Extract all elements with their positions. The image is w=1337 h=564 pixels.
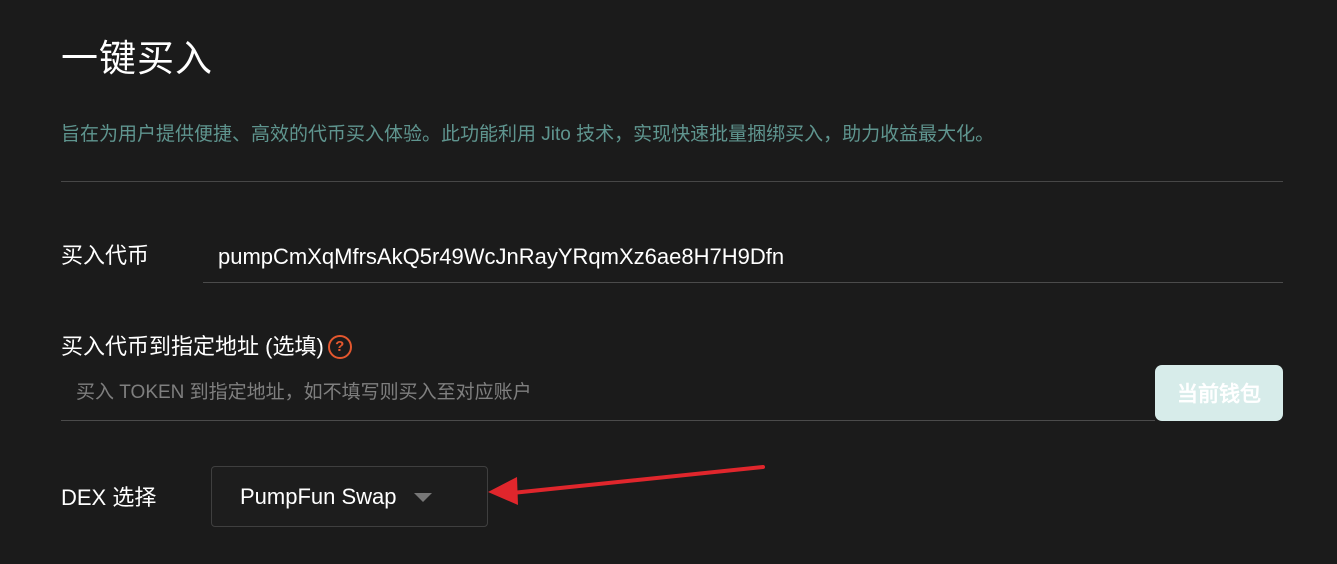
section-divider [61, 181, 1283, 182]
annotation-arrow-shaft [510, 465, 765, 495]
question-circle-icon[interactable]: ? [327, 335, 352, 359]
destination-address-input[interactable] [61, 366, 1155, 421]
annotation-arrow-head [488, 477, 518, 505]
page-description: 旨在为用户提供便捷、高效的代币买入体验。此功能利用 Jito 技术，实现快速批量… [61, 124, 995, 145]
dex-select[interactable]: PumpFun Swap [211, 466, 488, 527]
page-title: 一键买入 [61, 38, 213, 79]
dex-selected-value: PumpFun Swap [240, 483, 397, 509]
destination-address-label: 买入代币到指定地址 (选填) ? [61, 332, 352, 362]
dex-select-label: DEX 选择 [61, 485, 157, 510]
destination-address-label-text: 买入代币到指定地址 (选填) [61, 334, 324, 359]
current-wallet-button[interactable]: 当前钱包 [1155, 365, 1283, 421]
chevron-down-icon [413, 493, 432, 502]
buy-token-label: 买入代币 [61, 243, 150, 268]
token-address-input[interactable] [203, 231, 1283, 283]
annotation-arrow [488, 465, 765, 505]
